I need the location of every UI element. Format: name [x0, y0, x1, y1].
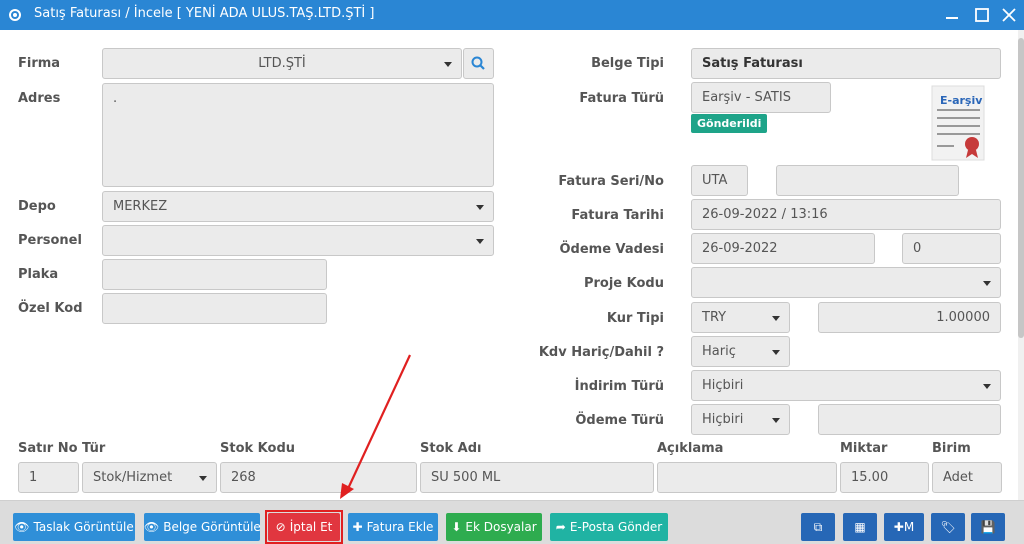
minimize-icon[interactable]: [942, 5, 962, 25]
eposta-gonder-button[interactable]: ➦ E-Posta Gönder: [550, 513, 668, 541]
column-header-birim: Birim: [932, 441, 971, 456]
firma-label: Firma: [18, 56, 61, 71]
column-header-aciklama: Açıklama: [657, 441, 724, 456]
maximize-icon[interactable]: [972, 5, 992, 25]
row-miktar[interactable]: 15.00: [840, 462, 929, 493]
row-satir-no: 1: [18, 462, 79, 493]
odeme-turu-label: Ödeme Türü: [575, 413, 664, 428]
ek-dosyalar-button[interactable]: ⬇ Ek Dosyalar: [446, 513, 542, 541]
firma-search-button[interactable]: [463, 48, 494, 79]
adres-textarea[interactable]: .: [102, 83, 494, 187]
odeme-turu-select[interactable]: Hiçbiri: [691, 404, 790, 435]
share-icon: ➦: [555, 520, 566, 534]
kdv-label: Kdv Hariç/Dahil ?: [538, 345, 664, 360]
fatura-no-field: [776, 165, 959, 196]
eye-icon: 👁: [144, 520, 160, 534]
row-birim[interactable]: Adet: [932, 462, 1002, 493]
depo-label: Depo: [18, 199, 56, 214]
copy-button[interactable]: ⧉: [801, 513, 835, 541]
status-badge: Gönderildi: [691, 114, 768, 133]
odeme-turu-extra-field[interactable]: [818, 404, 1001, 435]
belge-tipi-field: Satış Faturası: [691, 48, 1001, 79]
title-bar: Satış Faturası / İncele [ YENİ ADA ULUS.…: [0, 0, 1024, 30]
belge-goruntule-label: Belge Görüntüle: [163, 520, 261, 534]
save-button[interactable]: 💾: [971, 513, 1005, 541]
ozel-kod-label: Özel Kod: [18, 301, 83, 316]
taslak-goruntule-label: Taslak Görüntüle: [33, 520, 134, 534]
scrollbar-thumb[interactable]: [1018, 38, 1024, 338]
indirim-turu-select[interactable]: Hiçbiri: [691, 370, 1001, 401]
save-icon: 💾: [980, 520, 996, 534]
add-m-label: M: [903, 520, 915, 534]
belge-tipi-label: Belge Tipi: [591, 56, 664, 71]
column-header-stok-adi: Stok Adı: [420, 441, 482, 456]
fatura-tarihi-label: Fatura Tarihi: [571, 208, 664, 223]
plaka-input[interactable]: [102, 259, 327, 290]
depo-select[interactable]: MERKEZ: [102, 191, 494, 222]
adres-label: Adres: [18, 91, 61, 106]
fatura-seri-field: UTA: [691, 165, 748, 196]
footer-toolbar: 👁 Taslak Görüntüle 👁 Belge Görüntüle ⊘ İpta…: [0, 500, 1024, 544]
personel-select[interactable]: [102, 225, 494, 256]
copy-icon: ⧉: [813, 520, 823, 534]
kur-value-field[interactable]: 1.00000: [818, 302, 1001, 333]
fatura-seri-label: Fatura Seri/No: [558, 174, 664, 189]
download-icon: ⬇: [451, 520, 462, 534]
taslak-goruntule-button[interactable]: 👁 Taslak Görüntüle: [13, 513, 135, 541]
odeme-vadesi-field[interactable]: 26-09-2022: [691, 233, 875, 264]
odeme-vadesi-label: Ödeme Vadesi: [559, 242, 664, 257]
kdv-select[interactable]: Hariç: [691, 336, 790, 367]
earsiv-document-icon: E-arşiv: [928, 82, 988, 162]
fatura-ekle-label: Fatura Ekle: [366, 520, 434, 534]
ozel-kod-input[interactable]: [102, 293, 327, 324]
proje-kodu-label: Proje Kodu: [583, 276, 664, 291]
annotation-arrow: [340, 354, 411, 499]
list-button[interactable]: ▦: [843, 513, 877, 541]
fatura-turu-field: Earşiv - SATIS: [691, 82, 831, 113]
row-tur-select[interactable]: Stok/Hizmet: [82, 462, 217, 493]
plus-icon: ✚: [352, 520, 363, 534]
eposta-gonder-label: E-Posta Gönder: [569, 520, 663, 534]
fatura-turu-label: Fatura Türü: [579, 91, 664, 106]
vade-gun-field[interactable]: 0: [902, 233, 1001, 264]
tag-icon: 🏷: [940, 520, 956, 534]
fatura-ekle-button[interactable]: ✚ Fatura Ekle: [348, 513, 438, 541]
tag-button[interactable]: 🏷: [931, 513, 965, 541]
plus-icon: ✚: [893, 520, 904, 534]
app-gear-icon: [9, 9, 21, 21]
close-icon[interactable]: [999, 5, 1019, 25]
kur-tipi-select[interactable]: TRY: [691, 302, 790, 333]
indirim-turu-label: İndirim Türü: [574, 379, 664, 394]
belge-goruntule-button[interactable]: 👁 Belge Görüntüle: [144, 513, 261, 541]
eye-icon: 👁: [14, 520, 30, 534]
fatura-tarihi-field: 26-09-2022 / 13:16: [691, 199, 1001, 230]
column-header-tur: Tür: [82, 441, 106, 456]
kur-tipi-label: Kur Tipi: [606, 311, 664, 326]
row-aciklama[interactable]: [657, 462, 837, 493]
annotation-highlight-box: [265, 510, 343, 544]
ek-dosyalar-label: Ek Dosyalar: [465, 520, 537, 534]
invoice-form: Firma LTD.ŞTİ Adres . Depo MERKEZ Person…: [0, 30, 1024, 500]
column-header-satir-no: Satır No: [18, 441, 78, 456]
firma-select[interactable]: LTD.ŞTİ: [102, 48, 462, 79]
column-header-miktar: Miktar: [840, 441, 888, 456]
plaka-label: Plaka: [18, 267, 59, 282]
row-stok-adi[interactable]: SU 500 ML: [420, 462, 654, 493]
window-title: Satış Faturası / İncele [ YENİ ADA ULUS.…: [34, 6, 375, 21]
list-icon: ▦: [854, 520, 866, 534]
vertical-scrollbar[interactable]: [1018, 30, 1024, 500]
add-m-button[interactable]: ✚M: [884, 513, 924, 541]
personel-label: Personel: [18, 233, 82, 248]
proje-kodu-select[interactable]: [691, 267, 1001, 298]
earsiv-label: E-arşiv: [940, 94, 983, 107]
column-header-stok-kodu: Stok Kodu: [220, 441, 296, 456]
search-icon: [471, 56, 485, 70]
